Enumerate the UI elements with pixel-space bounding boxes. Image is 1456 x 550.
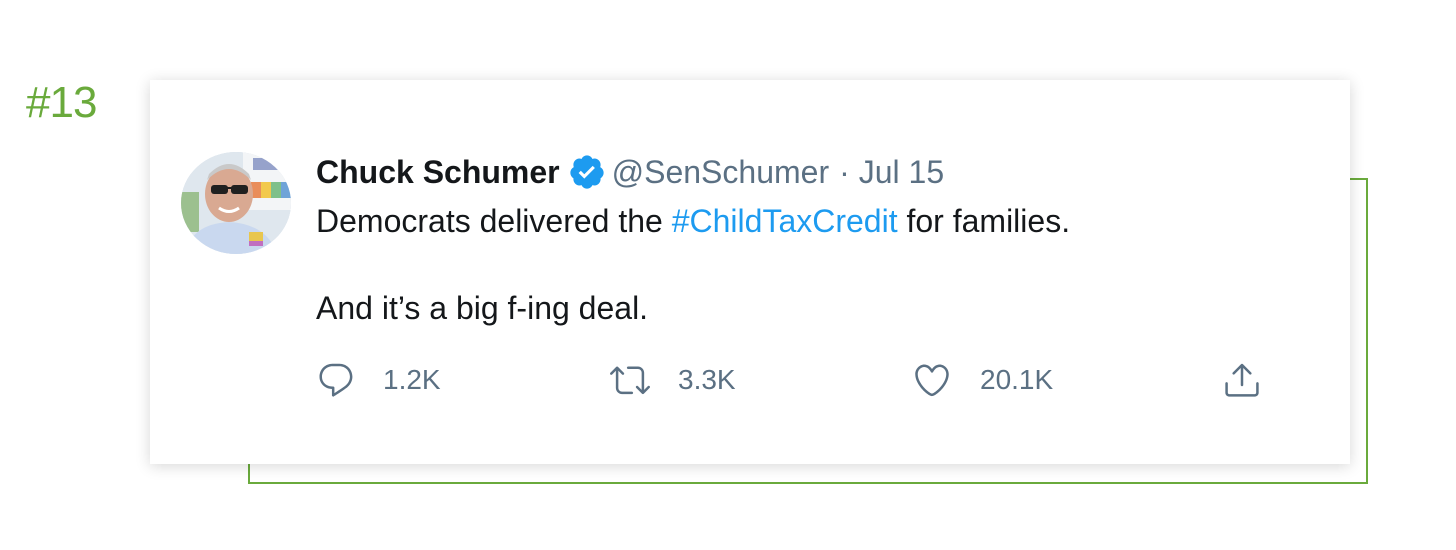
tweet-line-1: Democrats delivered the #ChildTaxCredit … [316, 200, 1070, 243]
tweet-date[interactable]: Jul 15 [859, 152, 944, 192]
reply-icon [316, 360, 356, 400]
reply-button[interactable]: 1.2K [316, 358, 441, 402]
like-button[interactable]: 20.1K [912, 358, 1053, 402]
tweet-header: Chuck Schumer @SenSchumer · Jul 15 [316, 152, 944, 192]
verified-badge-icon [568, 153, 606, 191]
heart-icon [912, 360, 952, 400]
share-button[interactable] [1222, 358, 1262, 402]
tweet-text-after-hashtag: for families. [897, 203, 1071, 239]
post-rank-label: #13 [26, 78, 97, 127]
author-handle[interactable]: @SenSchumer [612, 152, 829, 192]
tweet-line-2: And it’s a big f-ing deal. [316, 290, 649, 326]
share-icon [1222, 360, 1262, 400]
retweet-icon [610, 360, 650, 400]
hashtag-link[interactable]: #ChildTaxCredit [672, 203, 898, 239]
retweet-button[interactable]: 3.3K [610, 358, 736, 402]
header-separator: · [839, 154, 850, 190]
author-display-name[interactable]: Chuck Schumer [316, 152, 560, 192]
tweet-card[interactable]: Chuck Schumer @SenSchumer · Jul 15 Democ… [150, 80, 1350, 464]
retweet-count: 3.3K [678, 364, 736, 395]
like-count: 20.1K [980, 364, 1054, 395]
reply-count: 1.2K [383, 364, 441, 395]
tweet-body: Democrats delivered the #ChildTaxCredit … [316, 200, 1070, 330]
profile-photo-icon [181, 152, 291, 254]
avatar[interactable] [181, 152, 291, 254]
tweet-text-before-hashtag: Democrats delivered the [316, 203, 672, 239]
